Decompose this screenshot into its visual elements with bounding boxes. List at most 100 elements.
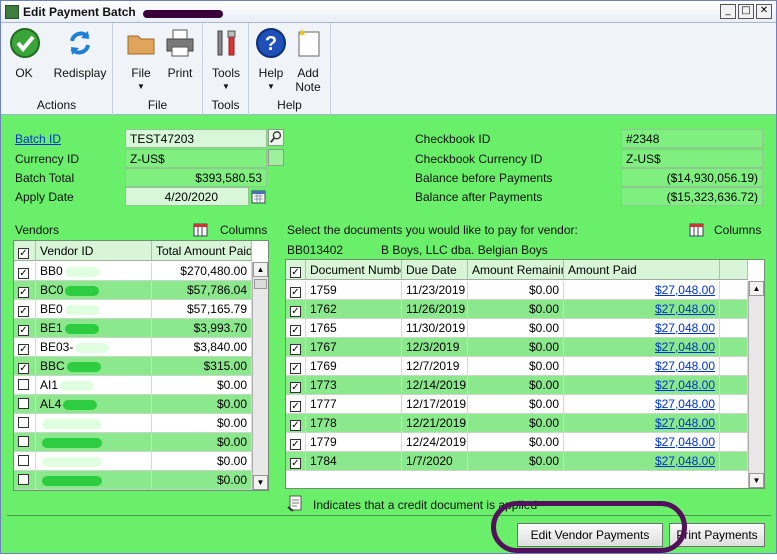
row-checkbox-cell[interactable]	[14, 414, 36, 432]
row-checkbox-cell[interactable]	[14, 376, 36, 394]
col-document-number[interactable]: Document Number	[306, 260, 402, 279]
table-row[interactable]: ✓ 1784 1/7/2020 $0.00 $27,048.00	[286, 452, 748, 471]
amount-paid-link[interactable]: $27,048.00	[564, 281, 720, 299]
checkbox[interactable]	[18, 379, 29, 390]
checkbox[interactable]: ✓	[18, 344, 29, 355]
row-checkbox-cell[interactable]: ✓	[14, 357, 36, 375]
row-checkbox-cell[interactable]: ✓	[286, 433, 306, 451]
apply-date-field[interactable]: 4/20/2020	[125, 187, 249, 206]
table-row[interactable]: ✓ 1777 12/17/2019 $0.00 $27,048.00	[286, 395, 748, 414]
vendors-columns-icon[interactable]	[193, 223, 208, 237]
table-row[interactable]: ✓ BC0 $57,786.04	[14, 281, 252, 300]
row-checkbox-cell[interactable]: ✓	[286, 395, 306, 413]
col-vendor-id[interactable]: Vendor ID	[36, 241, 152, 260]
checkbox[interactable]: ✓	[290, 439, 301, 450]
col-due-date[interactable]: Due Date	[402, 260, 468, 279]
checkbox[interactable]: ✓	[290, 325, 301, 336]
row-checkbox-cell[interactable]: ✓	[286, 452, 306, 470]
row-checkbox-cell[interactable]: ✓	[14, 338, 36, 356]
table-row[interactable]: ✓ 1759 11/23/2019 $0.00 $27,048.00	[286, 281, 748, 300]
table-row[interactable]: ✓ BB0 $270,480.00	[14, 262, 252, 281]
close-button[interactable]: ✕	[756, 4, 772, 19]
scroll-thumb[interactable]	[254, 279, 267, 289]
checkbox[interactable]: ✓	[18, 248, 29, 259]
checkbox[interactable]: ✓	[290, 382, 301, 393]
file-menu-button[interactable]: File ▼	[125, 27, 157, 91]
vendors-columns-button[interactable]: Columns	[220, 223, 267, 237]
checkbox[interactable]: ✓	[290, 420, 301, 431]
lookup-icon[interactable]	[268, 129, 284, 146]
scroll-up-icon[interactable]: ▲	[749, 281, 764, 296]
documents-columns-icon[interactable]	[689, 223, 704, 237]
amount-paid-link[interactable]: $27,048.00	[564, 357, 720, 375]
checkbox[interactable]: ✓	[290, 458, 301, 469]
row-checkbox-cell[interactable]: ✓	[14, 262, 36, 280]
checkbox[interactable]: ✓	[18, 363, 29, 374]
table-row[interactable]: $0.00	[14, 471, 252, 490]
checkbox[interactable]	[18, 436, 29, 447]
row-checkbox-cell[interactable]: ✓	[286, 376, 306, 394]
batch-id-field[interactable]: TEST47203	[125, 129, 267, 148]
row-checkbox-cell[interactable]	[14, 395, 36, 413]
row-checkbox-cell[interactable]: ✓	[286, 319, 306, 337]
table-row[interactable]: ✓ 1762 11/26/2019 $0.00 $27,048.00	[286, 300, 748, 319]
checkbox[interactable]: ✓	[18, 306, 29, 317]
checkbox[interactable]	[18, 398, 29, 409]
row-checkbox-cell[interactable]	[14, 433, 36, 451]
col-amount-paid[interactable]: Amount Paid	[564, 260, 720, 279]
print-button[interactable]: Print	[163, 27, 197, 80]
amount-paid-link[interactable]: $27,048.00	[564, 376, 720, 394]
amount-paid-link[interactable]: $27,048.00	[564, 319, 720, 337]
table-row[interactable]: ✓ 1769 12/7/2019 $0.00 $27,048.00	[286, 357, 748, 376]
vendors-scrollbar[interactable]: ▲ ▼	[252, 262, 268, 490]
checkbox[interactable]: ✓	[290, 363, 301, 374]
table-row[interactable]: ✓ BE03- $3,840.00	[14, 338, 252, 357]
table-row[interactable]: ✓ 1773 12/14/2019 $0.00 $27,048.00	[286, 376, 748, 395]
scroll-up-icon[interactable]: ▲	[253, 262, 268, 277]
amount-paid-link[interactable]: $27,048.00	[564, 395, 720, 413]
checkbox[interactable]: ✓	[18, 268, 29, 279]
checkbox[interactable]	[18, 474, 29, 485]
checkbox[interactable]	[18, 417, 29, 428]
col-total-amount-paid[interactable]: Total Amount Paid	[152, 241, 252, 260]
table-row[interactable]: AI1 $0.00	[14, 376, 252, 395]
row-checkbox-cell[interactable]: ✓	[14, 319, 36, 337]
tools-menu-button[interactable]: Tools ▼	[210, 27, 242, 91]
amount-paid-link[interactable]: $27,048.00	[564, 338, 720, 356]
row-checkbox-cell[interactable]: ✓	[14, 300, 36, 318]
row-checkbox-cell[interactable]	[14, 471, 36, 489]
row-checkbox-cell[interactable]: ✓	[286, 281, 306, 299]
table-row[interactable]: ✓ 1765 11/30/2019 $0.00 $27,048.00	[286, 319, 748, 338]
checkbox[interactable]: ✓	[18, 287, 29, 298]
table-row[interactable]: ✓ 1767 12/3/2019 $0.00 $27,048.00	[286, 338, 748, 357]
row-checkbox-cell[interactable]	[14, 452, 36, 470]
col-amount-remaining[interactable]: Amount Remaining	[468, 260, 564, 279]
ok-button[interactable]: OK	[9, 27, 40, 80]
scroll-down-icon[interactable]: ▼	[749, 473, 764, 488]
row-checkbox-cell[interactable]: ✓	[286, 414, 306, 432]
table-row[interactable]: ✓ 1778 12/21/2019 $0.00 $27,048.00	[286, 414, 748, 433]
maximize-button[interactable]: □	[738, 4, 754, 19]
table-row[interactable]: ✓ BE1 $3,993.70	[14, 319, 252, 338]
help-menu-button[interactable]: ? Help ▼	[255, 27, 287, 91]
redisplay-button[interactable]: Redisplay	[51, 27, 109, 80]
checkbox[interactable]: ✓	[18, 325, 29, 336]
table-row[interactable]: $0.00	[14, 452, 252, 471]
table-row[interactable]: $0.00	[14, 414, 252, 433]
documents-scrollbar[interactable]: ▲ ▼	[748, 281, 764, 488]
row-checkbox-cell[interactable]: ✓	[286, 357, 306, 375]
scroll-down-icon[interactable]: ▼	[253, 475, 268, 490]
checkbox[interactable]: ✓	[290, 287, 301, 298]
checkbox[interactable]	[18, 455, 29, 466]
amount-paid-link[interactable]: $27,048.00	[564, 452, 720, 470]
row-checkbox-cell[interactable]: ✓	[286, 300, 306, 318]
amount-paid-link[interactable]: $27,048.00	[564, 300, 720, 318]
table-row[interactable]: ✓ BBC $315.00	[14, 357, 252, 376]
table-row[interactable]: ✓ BE0 $57,165.79	[14, 300, 252, 319]
batch-id-link[interactable]: Batch ID	[15, 132, 61, 146]
documents-select-all[interactable]: ✓	[286, 260, 306, 279]
calendar-icon[interactable]	[251, 189, 266, 204]
add-note-button[interactable]: Add Note	[291, 27, 325, 94]
amount-paid-link[interactable]: $27,048.00	[564, 433, 720, 451]
amount-paid-link[interactable]: $27,048.00	[564, 414, 720, 432]
